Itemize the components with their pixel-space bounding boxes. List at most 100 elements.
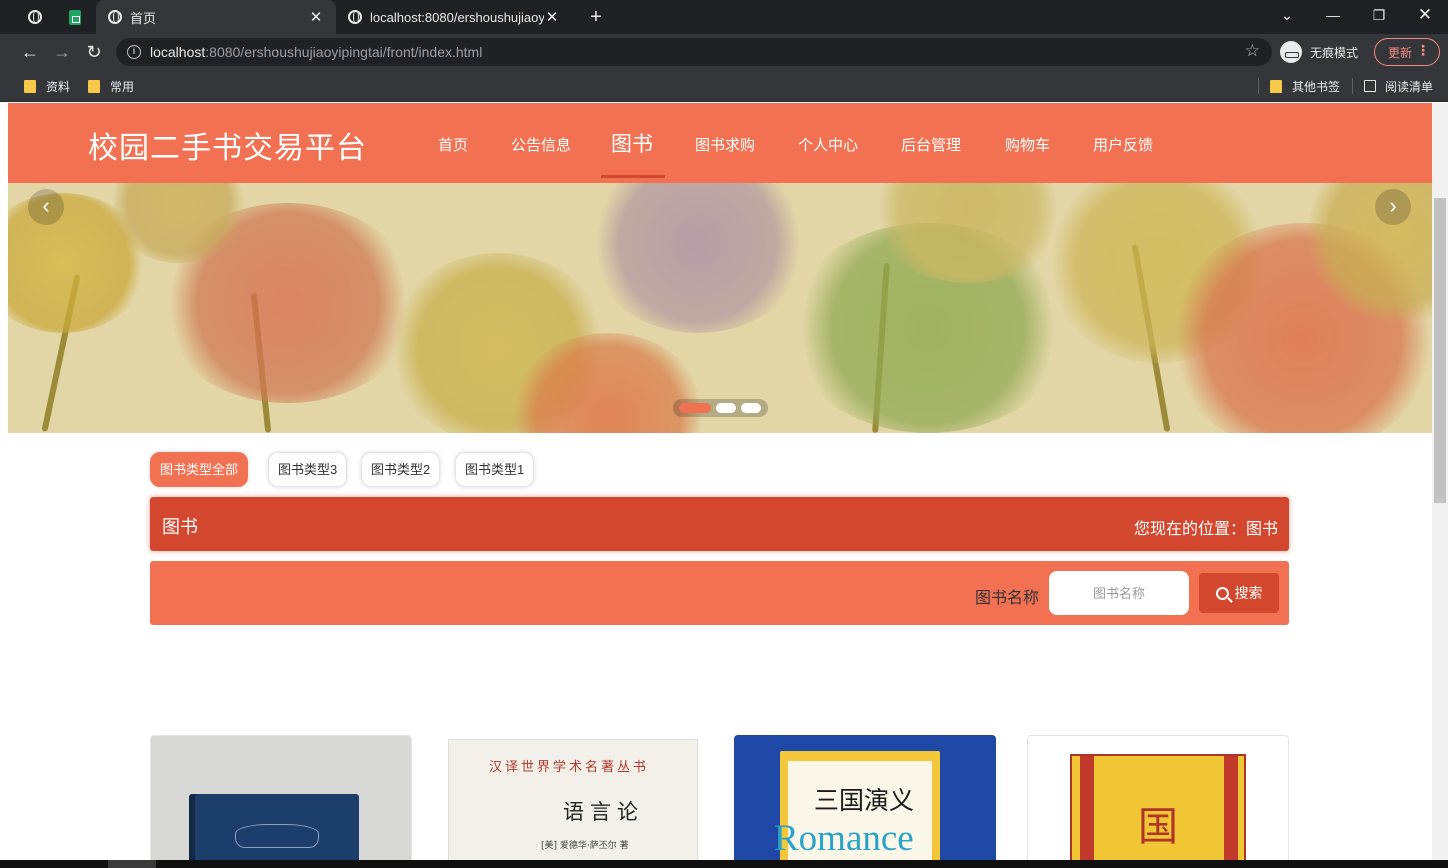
nav-item-home[interactable]: 首页: [438, 134, 468, 155]
carousel-dot[interactable]: [679, 403, 711, 413]
carousel-next-button[interactable]: ›: [1375, 189, 1411, 225]
bookmark-folder-ziliao[interactable]: 资料: [24, 77, 70, 95]
close-window-button[interactable]: ✕: [1402, 0, 1448, 30]
book-cover-image: [195, 794, 359, 860]
book-cover-image: 三国演义 Romance: [774, 751, 940, 860]
book-cover-image: 汉译世界学术名著丛书 语言论 [美] 爱德华·萨丕尔 著: [448, 739, 698, 860]
tab-search-icon[interactable]: ⌄: [1264, 0, 1310, 30]
close-icon[interactable]: ✕: [308, 8, 324, 26]
search-icon: [1215, 586, 1229, 600]
nav-item-admin[interactable]: 后台管理: [901, 134, 961, 155]
bookmark-folder-changyong[interactable]: 常用: [88, 77, 134, 95]
cover-series: 汉译世界学术名著丛书: [489, 760, 650, 775]
nav-item-books[interactable]: 图书: [611, 128, 653, 158]
cover-title: 语言论: [563, 800, 644, 824]
folder-icon: [24, 79, 36, 93]
back-icon[interactable]: ←: [18, 40, 42, 64]
tab-title: 首页: [130, 10, 157, 26]
nav-item-cart[interactable]: 购物车: [1005, 134, 1050, 155]
carousel-prev-button[interactable]: ‹: [28, 189, 64, 225]
bookmark-divider: [1258, 78, 1259, 94]
minimize-button[interactable]: —: [1310, 0, 1356, 30]
cover-spine-strip: [1224, 756, 1238, 860]
breadcrumb: 您现在的位置：图书: [1133, 521, 1278, 538]
pinned-tab-globe[interactable]: [16, 0, 54, 34]
nav-item-notice[interactable]: 公告信息: [511, 134, 571, 155]
cover-author: [美] 爱德华·萨丕尔 著: [541, 841, 629, 851]
forward-icon[interactable]: →: [50, 40, 74, 64]
incognito-icon: [1280, 41, 1302, 63]
cover-title: 国: [1138, 804, 1178, 850]
search-bar: 图书名称 搜索: [150, 561, 1289, 625]
update-button[interactable]: 更新 ⋮: [1374, 38, 1440, 66]
type-2-button[interactable]: 图书类型2: [361, 452, 441, 487]
address-bar[interactable]: i localhost:8080/ershoushujiaoyipingtai/…: [116, 38, 1272, 66]
reload-icon[interactable]: ↻: [82, 40, 106, 64]
type-1-button[interactable]: 图书类型1: [455, 452, 535, 487]
url-text: localhost:8080/ershoushujiaoyipingtai/fr…: [150, 44, 482, 60]
site-header: 校园二手书交易平台 首页 公告信息 图书 图书求购 个人中心 后台管理 购物车 …: [8, 103, 1432, 183]
search-label: 图书名称: [975, 590, 1040, 607]
bookmark-divider: [1352, 78, 1353, 94]
os-taskbar: [0, 860, 1448, 868]
type-3-button[interactable]: 图书类型3: [268, 452, 348, 487]
menu-dots-icon[interactable]: ⋮: [1416, 42, 1430, 59]
book-card[interactable]: 三国演义 Romance: [734, 735, 996, 860]
nav-item-profile[interactable]: 个人中心: [798, 134, 858, 155]
book-card[interactable]: 汉译世界学术名著丛书 语言论 [美] 爱德华·萨丕尔 著: [444, 735, 706, 860]
book-name-search-input[interactable]: [1049, 571, 1189, 615]
other-bookmarks[interactable]: 其他书签: [1270, 77, 1340, 95]
update-label: 更新: [1388, 45, 1413, 60]
new-tab-button[interactable]: +: [584, 4, 608, 30]
book-card[interactable]: [150, 735, 412, 860]
carousel-banner[interactable]: ‹ ›: [8, 183, 1432, 433]
carousel-indicators: [673, 399, 768, 417]
book-card[interactable]: 国: [1027, 735, 1289, 860]
search-button-label: 搜索: [1234, 585, 1263, 601]
breadcrumb-bar: 图书 您现在的位置：图书: [150, 497, 1289, 551]
incognito-indicator[interactable]: 无痕模式: [1280, 38, 1358, 66]
browser-toolbar: ← → ↻ i localhost:8080/ershoushujiaoyipi…: [0, 34, 1448, 70]
pinned-tab-sheets[interactable]: [56, 0, 94, 34]
bookmark-label: 资料: [46, 79, 71, 94]
info-icon[interactable]: i: [127, 45, 141, 59]
bookmarks-bar: 资料 常用 其他书签 阅读清单: [0, 70, 1448, 102]
cover-title: 三国演义: [814, 786, 915, 815]
type-all-button[interactable]: 图书类型全部: [150, 452, 249, 487]
close-icon[interactable]: ✕: [544, 8, 560, 26]
nav-item-book-request[interactable]: 图书求购: [695, 134, 755, 155]
section-title: 图书: [162, 517, 198, 537]
bookmark-star-icon[interactable]: ☆: [1245, 41, 1260, 61]
folder-icon: [1270, 79, 1282, 93]
tab-localhost[interactable]: localhost:8080/ershoushujiaoy ✕: [336, 0, 572, 34]
url-path: :8080/ershoushujiaoyipingtai/front/index…: [205, 44, 483, 60]
tab-home[interactable]: 首页 ✕: [96, 0, 336, 34]
tab-title: localhost:8080/ershoushujiaoy: [370, 9, 544, 25]
url-host: localhost: [150, 44, 206, 60]
book-cover-image: 国: [1070, 754, 1246, 860]
cover-subtitle: Romance: [774, 818, 914, 859]
cover-spine-strip: [1080, 756, 1094, 860]
restore-button[interactable]: ❐: [1356, 0, 1402, 30]
site-title: 校园二手书交易平台: [88, 132, 367, 165]
other-bookmarks-label: 其他书签: [1292, 79, 1341, 94]
page-scrollbar[interactable]: [1432, 103, 1448, 860]
scrollbar-thumb[interactable]: [1434, 198, 1446, 503]
reading-list[interactable]: 阅读清单: [1364, 77, 1433, 95]
tree-illustration: [588, 183, 808, 333]
reading-list-label: 阅读清单: [1385, 79, 1434, 94]
bookmark-label: 常用: [110, 79, 135, 94]
cover-ornament: [235, 824, 319, 848]
page-viewport: 校园二手书交易平台 首页 公告信息 图书 图书求购 个人中心 后台管理 购物车 …: [8, 103, 1432, 860]
nav-active-indicator: [601, 175, 665, 178]
incognito-label: 无痕模式: [1310, 45, 1359, 60]
globe-icon: [28, 10, 42, 24]
taskbar-item[interactable]: [108, 860, 156, 868]
carousel-dot[interactable]: [741, 403, 761, 413]
search-button[interactable]: 搜索: [1199, 573, 1279, 613]
nav-item-feedback[interactable]: 用户反馈: [1093, 134, 1153, 155]
globe-icon: [108, 10, 122, 24]
carousel-dot[interactable]: [716, 403, 736, 413]
reading-list-icon: [1364, 80, 1376, 92]
folder-icon: [88, 79, 100, 93]
